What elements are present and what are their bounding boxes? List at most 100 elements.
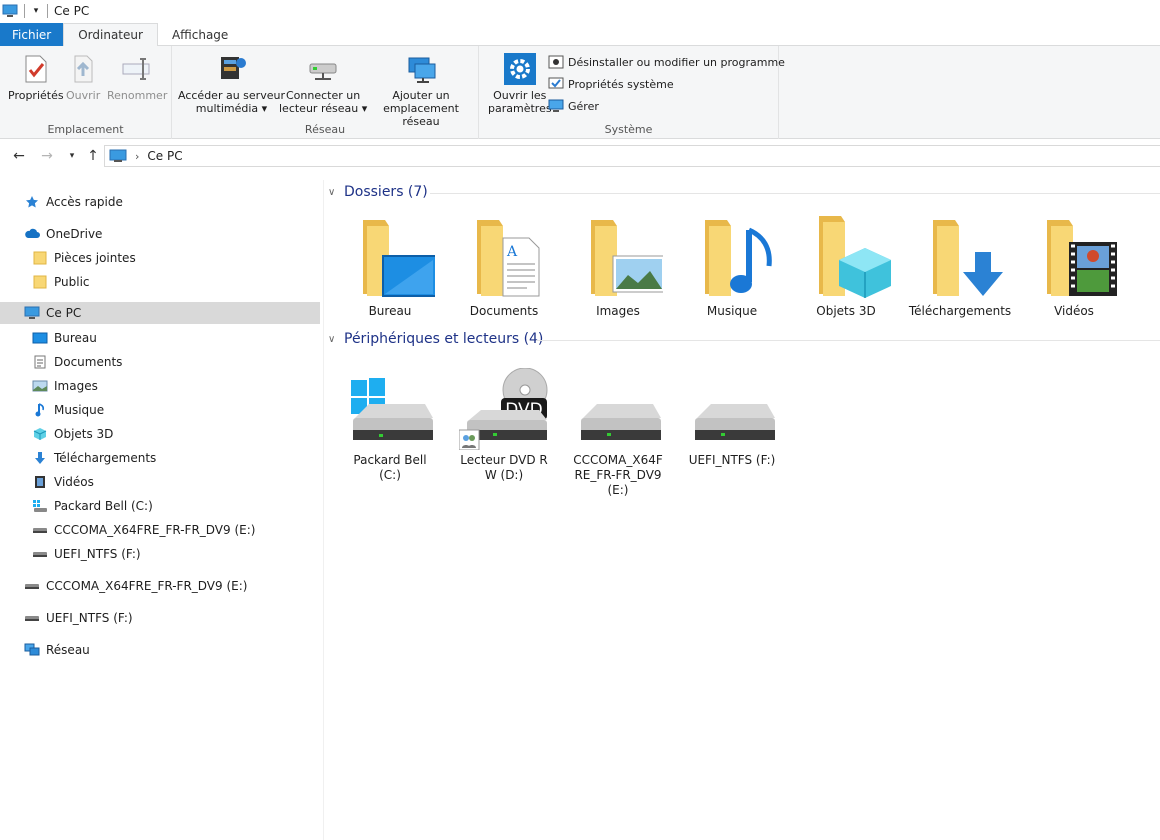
documents-folder-icon: A (459, 212, 549, 302)
ribbon: Propriétés Ouvrir Renommer Emplacement A… (0, 46, 1160, 139)
star-icon (24, 194, 40, 210)
system-properties-icon (548, 76, 564, 92)
sidebar-item-uefi-ntfs-f-root[interactable]: UEFI_NTFS (F:) (0, 607, 320, 629)
title-bar: ▾ Ce PC (0, 0, 1160, 22)
navigation-pane: Accès rapide OneDrive Pièces jointes Pub… (0, 180, 320, 840)
images-icon (32, 378, 48, 394)
network-icon (24, 642, 40, 658)
folder-musique[interactable]: Musique (682, 212, 782, 324)
sidebar-item-objets-3d[interactable]: Objets 3D (0, 423, 320, 445)
back-arrow-icon[interactable]: ← (10, 147, 28, 165)
drive-icon (573, 368, 663, 450)
computer-management-icon (548, 98, 564, 114)
pane-divider (323, 180, 324, 840)
renommer-button[interactable]: Renommer (107, 52, 167, 102)
objects-3d-folder-icon (801, 212, 891, 302)
section-header-dossiers[interactable]: ∨ Dossiers (7) (328, 181, 428, 203)
address-box[interactable]: › Ce PC (104, 145, 1160, 167)
dvd-drive-icon: DVD (458, 367, 549, 451)
connecter-lecteur-reseau-button[interactable]: Connecter un lecteur réseau ▾ (279, 52, 367, 115)
folder-objets-3d[interactable]: Objets 3D (796, 212, 896, 324)
up-arrow-icon[interactable]: ↑ (84, 147, 102, 165)
proprietes-button[interactable]: Propriétés (8, 52, 64, 102)
folder-documents[interactable]: A Documents (454, 212, 554, 324)
uninstall-icon (548, 54, 564, 70)
sidebar-item-images[interactable]: Images (0, 375, 320, 397)
drive-dvd-rw-d[interactable]: DVD Lecteur DVD RW (D:) (454, 367, 554, 488)
group-reseau: Accéder au serveur multimédia ▾ Connecte… (172, 46, 479, 139)
drive-uefi-ntfs-f[interactable]: UEFI_NTFS (F:) (682, 368, 782, 488)
sidebar-item-reseau[interactable]: Réseau (0, 639, 320, 661)
tab-ordinateur[interactable]: Ordinateur (63, 23, 158, 47)
chevron-down-icon: ∨ (328, 186, 336, 198)
group-emplacement: Propriétés Ouvrir Renommer Emplacement (0, 46, 172, 139)
open-icon (66, 52, 100, 86)
video-icon (32, 474, 48, 490)
drive-cccoma-e[interactable]: CCCOMA_X64FRE_FR-FR_DV9 (E:) (568, 368, 668, 497)
documents-icon (32, 354, 48, 370)
sidebar-item-acces-rapide[interactable]: Accès rapide (0, 191, 320, 213)
downloads-folder-icon (915, 212, 1005, 302)
network-drive-icon (306, 52, 340, 86)
tab-affichage[interactable]: Affichage (158, 23, 242, 46)
drive-icon (32, 522, 48, 538)
forward-arrow-icon[interactable]: → (38, 147, 56, 165)
videos-folder-icon (1029, 212, 1119, 302)
acceder-serveur-multimedia-button[interactable]: Accéder au serveur multimédia ▾ (178, 52, 285, 115)
breadcrumb-ce-pc[interactable]: Ce PC (147, 149, 182, 163)
section-divider (536, 340, 1160, 341)
windows-drive-icon (32, 498, 48, 514)
sidebar-item-cccoma-e-root[interactable]: CCCOMA_X64FRE_FR-FR_DV9 (E:) (0, 575, 320, 597)
sidebar-item-packard-bell-c[interactable]: Packard Bell (C:) (0, 495, 320, 517)
group-label-emplacement: Emplacement (47, 123, 124, 136)
sidebar-item-uefi-ntfs-f[interactable]: UEFI_NTFS (F:) (0, 543, 320, 565)
tab-fichier[interactable]: Fichier (0, 23, 64, 46)
drive-packard-bell-c[interactable]: Packard Bell (C:) (340, 368, 440, 488)
computer-icon (109, 149, 127, 163)
folder-icon (32, 274, 48, 290)
cloud-icon (24, 226, 40, 242)
sidebar-item-telechargements[interactable]: Téléchargements (0, 447, 320, 469)
desinstaller-programme-button[interactable]: Désinstaller ou modifier un programme (548, 53, 785, 71)
gerer-button[interactable]: Gérer (548, 97, 599, 115)
proprietes-systeme-button[interactable]: Propriétés système (548, 75, 674, 93)
divider (24, 4, 25, 18)
window-title: Ce PC (54, 4, 90, 18)
group-label-systeme: Système (604, 123, 653, 136)
download-icon (32, 450, 48, 466)
music-folder-icon (687, 212, 777, 302)
ouvrir-parametres-button[interactable]: Ouvrir les paramètres (488, 52, 552, 115)
folder-telechargements[interactable]: Téléchargements (909, 212, 1011, 324)
sidebar-item-musique[interactable]: Musique (0, 399, 320, 421)
folder-icon (32, 250, 48, 266)
music-icon (32, 402, 48, 418)
folder-bureau[interactable]: Bureau (340, 212, 440, 324)
section-header-peripheriques[interactable]: ∨ Périphériques et lecteurs (4) (328, 328, 543, 350)
windows-drive-icon (345, 368, 435, 450)
ajouter-emplacement-reseau-button[interactable]: Ajouter un emplacement réseau (364, 52, 478, 128)
properties-icon (19, 52, 53, 86)
folder-videos[interactable]: Vidéos (1024, 212, 1124, 324)
sidebar-item-pieces-jointes[interactable]: Pièces jointes (0, 247, 320, 269)
sidebar-item-onedrive[interactable]: OneDrive (0, 223, 320, 245)
recent-locations-chevron-icon[interactable]: ▾ (63, 147, 81, 165)
folder-images[interactable]: Images (568, 212, 668, 324)
section-divider (430, 193, 1160, 194)
desktop-folder-icon (345, 212, 438, 302)
drive-icon (32, 546, 48, 562)
address-bar-row: ← → ▾ ↑ › Ce PC (0, 142, 1160, 170)
sidebar-item-ce-pc[interactable]: Ce PC (0, 302, 320, 324)
sidebar-item-cccoma-e[interactable]: CCCOMA_X64FRE_FR-FR_DV9 (E:) (0, 519, 320, 541)
divider (47, 4, 48, 18)
computer-icon (2, 4, 18, 18)
ribbon-tabs: Fichier Ordinateur Affichage (0, 23, 1160, 47)
cube-icon (32, 426, 48, 442)
breadcrumb-separator-icon[interactable]: › (135, 150, 139, 163)
svg-text:A: A (506, 244, 518, 260)
sidebar-item-videos[interactable]: Vidéos (0, 471, 320, 493)
sidebar-item-public[interactable]: Public (0, 271, 320, 293)
sidebar-item-bureau[interactable]: Bureau (0, 327, 320, 349)
customize-quick-access-icon[interactable]: ▾ (31, 6, 41, 16)
sidebar-item-documents[interactable]: Documents (0, 351, 320, 373)
ouvrir-button[interactable]: Ouvrir (66, 52, 100, 102)
